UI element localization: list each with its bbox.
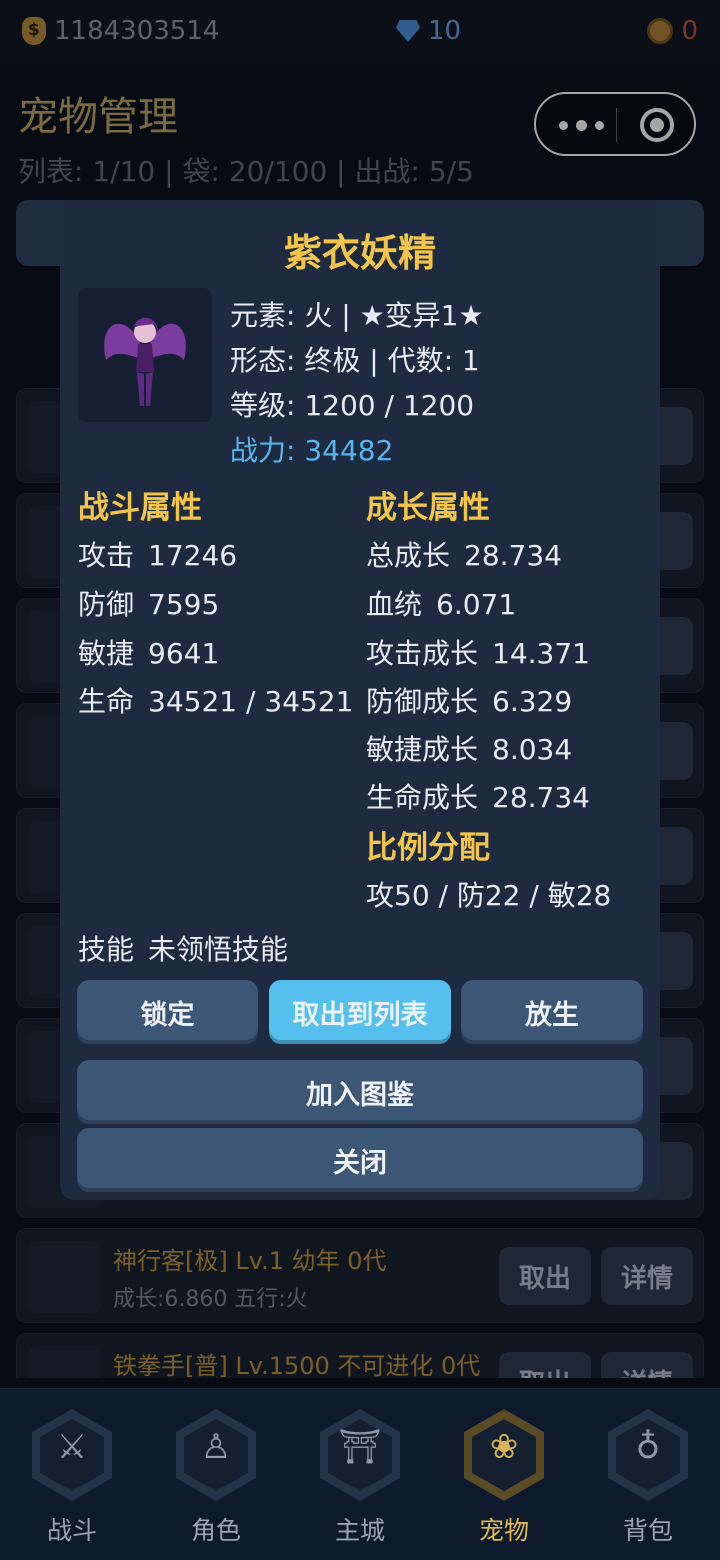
pet-form: 形态: 终极 | 代数: 1: [230, 344, 480, 377]
nav-label: 背包: [622, 1516, 673, 1545]
stat-label: 攻击成长: [366, 637, 479, 670]
nav-label: 战斗: [46, 1516, 97, 1545]
pet-name-title: 紫衣妖精: [283, 231, 436, 275]
pet-power: 战力: 34482: [230, 434, 394, 467]
growth-bloodline: 血统 6.071: [366, 583, 516, 623]
nav-battle[interactable]: ⚔ 战斗: [0, 1389, 144, 1560]
pet-level: 等级: 1200 / 1200: [230, 389, 475, 422]
ratio-heading: 比例分配: [366, 830, 490, 866]
nav-label: 角色: [190, 1516, 241, 1545]
add-to-dex-button[interactable]: 加入图鉴: [77, 1060, 643, 1124]
take-out-to-list-button[interactable]: 取出到列表: [269, 980, 451, 1044]
stat-label: 攻击: [78, 539, 135, 572]
close-button[interactable]: 关闭: [77, 1128, 643, 1192]
stat-attack: 攻击 17246: [78, 534, 237, 574]
pet-detail-modal: 紫衣妖精 元素: 火 | ★变异1★ 形态: 终极 | 代数: 1 等级: 12…: [60, 200, 660, 1200]
nav-label: 宠物: [478, 1516, 529, 1545]
paw-icon: ❀: [489, 1427, 519, 1467]
stat-label: 防御: [78, 588, 135, 621]
stat-label: 生命成长: [366, 781, 479, 814]
combat-stats-heading: 战斗属性: [78, 490, 202, 526]
pet-element: 元素: 火 | ★变异1★: [230, 299, 484, 332]
growth-defense: 防御成长 6.329: [366, 680, 572, 720]
stat-label: 敏捷: [78, 637, 135, 670]
growth-stats-heading: 成长属性: [366, 490, 490, 526]
stat-value: 28.734: [492, 781, 590, 814]
stat-value: 34521 / 34521: [148, 685, 354, 718]
stat-value: 6.071: [436, 588, 517, 621]
growth-total: 总成长 28.734: [366, 534, 562, 574]
stat-value: 8.034: [492, 733, 573, 766]
nav-city[interactable]: ⛩ 主城: [288, 1389, 432, 1560]
stat-value: 6.329: [492, 685, 573, 718]
nav-label: 主城: [334, 1516, 385, 1545]
stat-hp: 生命 34521 / 34521: [78, 680, 353, 720]
stat-defense: 防御 7595: [78, 583, 219, 623]
stat-agility: 敏捷 9641: [78, 632, 219, 672]
nav-bag[interactable]: ♁ 背包: [576, 1389, 720, 1560]
stat-value: 17246: [148, 539, 238, 572]
growth-hp: 生命成长 28.734: [366, 776, 590, 816]
castle-icon: ⛩: [338, 1427, 382, 1467]
lock-button[interactable]: 锁定: [77, 980, 258, 1044]
bottom-nav: ⚔ 战斗 ♙ 角色 ⛩ 主城 ❀ 宠物 ♁ 背包: [0, 1388, 720, 1560]
release-button[interactable]: 放生: [461, 980, 643, 1044]
skill-value: 未领悟技能: [148, 933, 289, 966]
character-icon: ♙: [200, 1427, 232, 1467]
stat-label: 血统: [366, 588, 423, 621]
nav-character[interactable]: ♙ 角色: [144, 1389, 288, 1560]
skill-row: 技能 未领悟技能: [78, 928, 288, 968]
bag-icon: ♁: [635, 1427, 661, 1467]
stat-value: 28.734: [464, 539, 562, 572]
growth-agility: 敏捷成长 8.034: [366, 728, 572, 768]
stat-label: 防御成长: [366, 685, 479, 718]
stat-value: 9641: [148, 637, 220, 670]
ratio-values: 攻50 / 防22 / 敏28: [366, 879, 612, 912]
winged-fairy-icon: [104, 317, 186, 406]
skill-label: 技能: [78, 933, 135, 966]
crossed-swords-icon: ⚔: [56, 1427, 88, 1467]
stat-label: 总成长: [366, 539, 451, 572]
stat-label: 生命: [78, 685, 135, 718]
stat-value: 14.371: [492, 637, 590, 670]
stat-value: 7595: [148, 588, 220, 621]
nav-pets[interactable]: ❀ 宠物: [432, 1389, 576, 1560]
stat-label: 敏捷成长: [366, 733, 479, 766]
pet-portrait: [78, 288, 212, 422]
growth-attack: 攻击成长 14.371: [366, 632, 590, 672]
